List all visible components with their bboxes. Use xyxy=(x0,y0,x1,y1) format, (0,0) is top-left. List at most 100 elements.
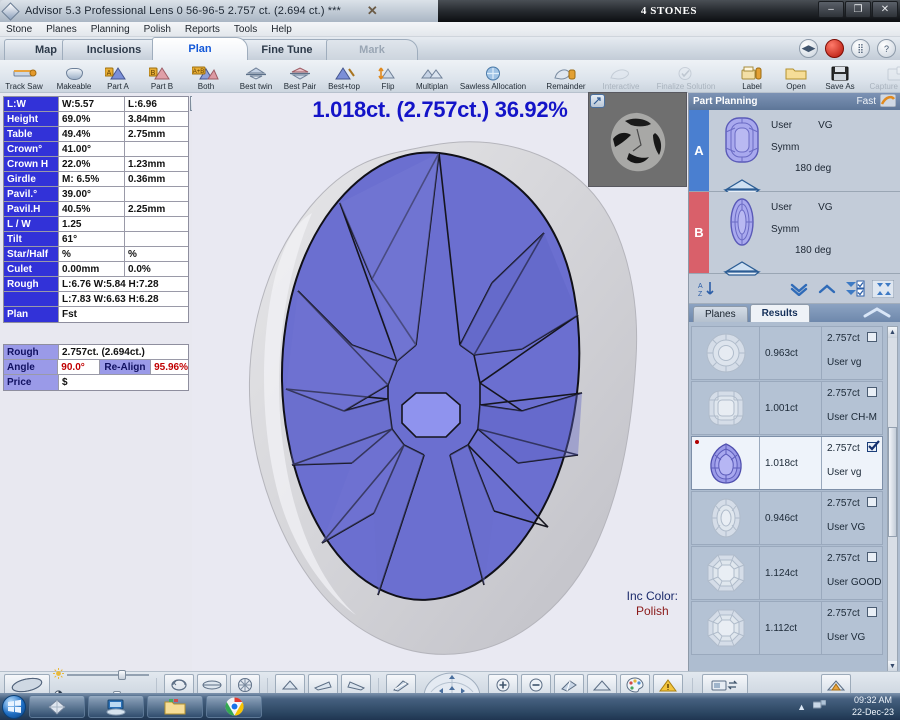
fast-mode-icon[interactable] xyxy=(879,93,897,110)
check-all-icon[interactable] xyxy=(844,279,866,299)
results-list[interactable]: 0.963ct 2.757ct User vg 1.001ct 2.757ct … xyxy=(689,322,900,677)
toolbar-button-best-top[interactable]: Best+top xyxy=(322,59,366,92)
menu-item-planning[interactable]: Planning xyxy=(91,24,130,35)
result-checkbox[interactable] xyxy=(867,440,880,452)
row-label: Price xyxy=(4,375,59,390)
move-up-icon[interactable] xyxy=(816,279,838,299)
toolbar-button-best-pair[interactable]: Best Pair xyxy=(278,59,322,92)
stone-thumbnail-preview[interactable] xyxy=(588,92,687,187)
list-item-selected[interactable]: 1.018ct 2.757ct User vg xyxy=(691,436,883,490)
table-row-rough: Rough L:6.76 W:5.84 H:7.28 xyxy=(4,277,188,292)
toolbar-button-best-twin[interactable]: Best twin xyxy=(234,59,278,92)
move-down-icon[interactable] xyxy=(788,279,810,299)
brightness-knob[interactable] xyxy=(117,669,126,680)
summary-row-price: Price $ xyxy=(4,375,188,390)
advisor-app-icon[interactable] xyxy=(29,695,85,718)
list-item[interactable]: 0.963ct 2.757ct User vg xyxy=(691,326,883,380)
tab-plan[interactable]: Plan xyxy=(152,37,248,60)
close-window-button[interactable]: ✕ xyxy=(872,1,898,18)
interactive-icon xyxy=(609,65,633,82)
toolbar-button-multiplan[interactable]: Multiplan xyxy=(410,59,454,92)
toolbar-button-track-saw[interactable]: Track Saw xyxy=(2,59,46,92)
chrome-app-icon[interactable] xyxy=(206,695,262,718)
part-planning-mode[interactable]: Fast xyxy=(857,93,897,110)
titlebar-left-tab[interactable]: Advisor 5.3 Professional Lens 0 56-96-5 … xyxy=(0,0,438,22)
help-icon[interactable]: ? xyxy=(877,39,896,58)
collapse-chevron-icon[interactable] xyxy=(862,307,892,321)
windows-start-orb[interactable] xyxy=(2,694,26,719)
scroll-up-arrow[interactable]: ▲ xyxy=(888,327,897,338)
menu-item-tools[interactable]: Tools xyxy=(234,24,257,35)
marquise-gem-icon xyxy=(720,196,764,253)
part-a-grade: VG xyxy=(818,120,833,131)
menu-item-stone[interactable]: Stone xyxy=(6,24,32,35)
re-align-button[interactable]: Re-Align xyxy=(99,360,152,374)
list-item[interactable]: 1.001ct 2.757ct User CH-M xyxy=(691,381,883,435)
toolbar-button-part-b[interactable]: B Part B xyxy=(140,59,184,92)
expand-thumbnail-icon[interactable] xyxy=(590,94,605,108)
maximize-button[interactable]: ❐ xyxy=(845,1,871,18)
scanner-app-icon[interactable] xyxy=(88,695,144,718)
tab-inclusions[interactable]: Inclusions xyxy=(62,39,166,60)
grid-icon[interactable]: ⣿ xyxy=(851,39,870,58)
table-row: Table 49.4% 2.75mm xyxy=(4,127,188,142)
record-icon[interactable] xyxy=(825,39,844,58)
result-checkbox[interactable] xyxy=(867,497,877,507)
result-carat: 0.946ct xyxy=(760,492,822,544)
menu-item-planes[interactable]: Planes xyxy=(46,24,77,35)
part-row-a[interactable]: A User VG Symm 180 deg xyxy=(689,110,900,194)
pan-icon[interactable]: ◀▶ xyxy=(799,39,818,58)
scrollbar-thumb[interactable] xyxy=(888,427,897,537)
subtab-results[interactable]: Results xyxy=(749,304,810,322)
toolbar-button-label[interactable]: Label xyxy=(730,59,774,92)
result-right: 2.757ct User GOOD xyxy=(822,547,882,599)
sort-az-icon[interactable]: AZ xyxy=(695,279,717,299)
result-checkbox[interactable] xyxy=(867,332,877,342)
explorer-app-icon[interactable] xyxy=(147,695,203,718)
list-item[interactable]: 1.112ct 2.757ct User VG xyxy=(691,601,883,655)
toolbar-button-remainder[interactable]: Remainder xyxy=(538,59,594,92)
menu-item-reports[interactable]: Reports xyxy=(185,24,220,35)
toolbar-button-finalize-solution[interactable]: Finalize Solution xyxy=(648,59,724,92)
toolbar-button-save-as[interactable]: Save As xyxy=(818,59,862,92)
tab-fine-tune[interactable]: Fine Tune xyxy=(236,39,338,60)
toolbar-button-open[interactable]: Open xyxy=(774,59,818,92)
side-view-icon[interactable] xyxy=(723,259,761,282)
tab-mark[interactable]: Mark xyxy=(326,39,418,60)
show-hidden-icons-arrow[interactable]: ▲ xyxy=(797,702,806,712)
part-tag-b: B xyxy=(689,192,709,273)
toolbar-button-both[interactable]: A+B Both xyxy=(184,59,228,92)
row-value-2: % xyxy=(128,248,137,260)
menu-item-help[interactable]: Help xyxy=(271,24,292,35)
part-tag-a: A xyxy=(689,110,709,191)
measurements-table: L:W W:5.57 L:6.96 Height 69.0% 3.84mm Table 4… xyxy=(3,96,189,323)
result-rough-carat: 2.757ct xyxy=(827,553,860,564)
toolbar-button-capture-images[interactable]: Capture Images xyxy=(862,59,900,92)
results-scrollbar[interactable]: ▲ ▼ xyxy=(887,326,898,673)
menu-item-polish[interactable]: Polish xyxy=(144,24,171,35)
toolbar-button-flip[interactable]: Flip xyxy=(366,59,410,92)
brightness-track[interactable] xyxy=(67,669,149,680)
toolbar-button-part-a[interactable]: A Part A xyxy=(96,59,140,92)
toolbar-button-sawless-allocation[interactable]: Sawless Allocation xyxy=(454,59,532,92)
result-checkbox[interactable] xyxy=(867,607,877,617)
subtab-planes[interactable]: Planes xyxy=(693,306,748,322)
close-icon[interactable]: ✕ xyxy=(367,3,378,19)
result-checkbox[interactable] xyxy=(867,387,877,397)
result-rough-carat: 2.757ct xyxy=(827,443,860,454)
part-row-b[interactable]: B User VG Symm 180 deg xyxy=(689,192,900,276)
toolbar-button-makeable[interactable]: Makeable xyxy=(52,59,96,92)
minimize-button[interactable]: – xyxy=(818,1,844,18)
svg-text:A+B: A+B xyxy=(193,69,205,75)
network-icon[interactable] xyxy=(812,699,827,713)
list-item[interactable]: 0.946ct 2.757ct User VG xyxy=(691,491,883,545)
result-rough-carat: 2.757ct xyxy=(827,388,860,399)
gem-icon xyxy=(65,65,83,82)
list-item[interactable]: 1.124ct 2.757ct User GOOD xyxy=(691,546,883,600)
label-icon xyxy=(740,65,764,82)
select-grid-icon[interactable] xyxy=(872,279,894,299)
toolbar-button-interactive[interactable]: Interactive xyxy=(594,59,648,92)
part-b-icon: B xyxy=(149,65,175,82)
taskbar-clock[interactable]: 09:32 AM 22-Dec-23 xyxy=(852,694,894,718)
result-checkbox[interactable] xyxy=(867,552,877,562)
